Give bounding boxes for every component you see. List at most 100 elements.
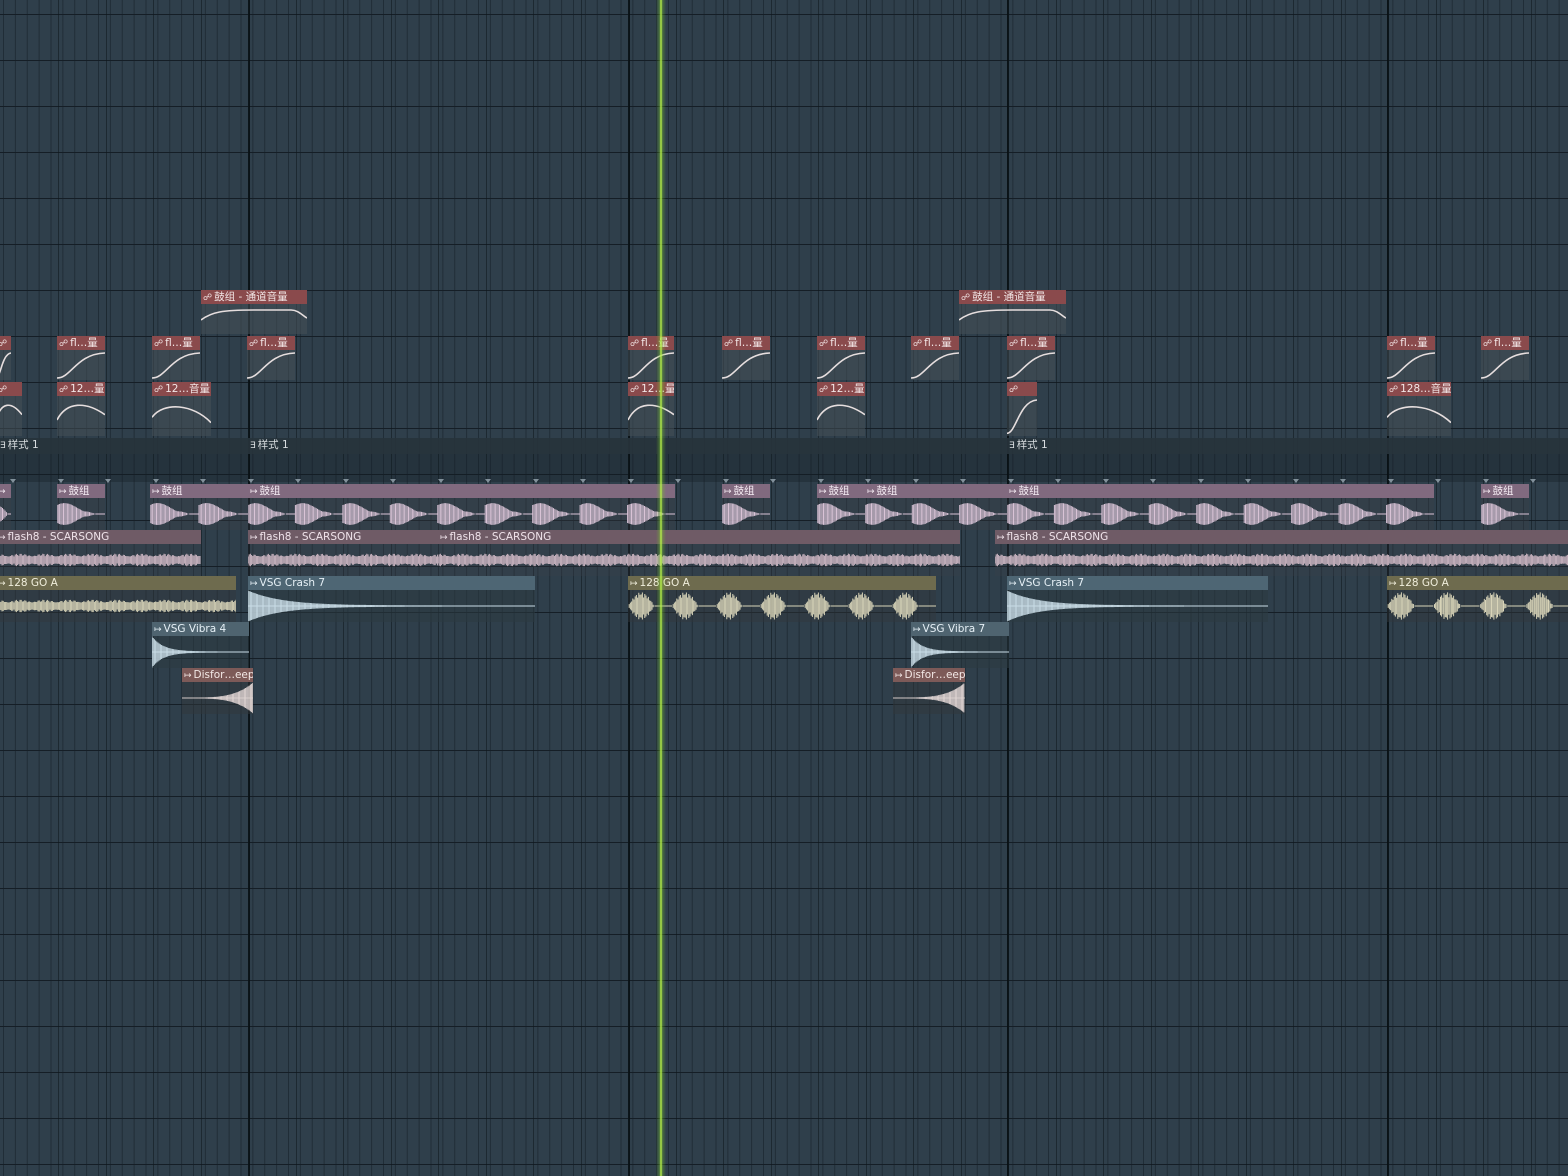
audio-clip-128-go-a-header[interactable]: ↦ 128 GO A: [0, 576, 236, 590]
automation-clip-fl-volume-header[interactable]: ☍ fl…量: [1007, 336, 1055, 350]
audio-clip-flash8-scarsong[interactable]: ↦ flash8 - SCARSONG: [438, 530, 960, 576]
audio-clip-flash8-scarsong-header[interactable]: ↦ flash8 - SCARSONG: [438, 530, 960, 544]
automation-clip-fl-volume[interactable]: ☍: [0, 336, 11, 380]
automation-clip-fl-volume-header[interactable]: ☍ fl…量: [817, 336, 865, 350]
audio-clip-vsg-crash-7[interactable]: ↦ VSG Crash 7: [248, 576, 535, 622]
automation-clip-fl-volume[interactable]: ☍ fl…量: [1481, 336, 1529, 380]
audio-clip-drums[interactable]: ↦ 鼓组: [248, 484, 675, 530]
automation-clip-12-volume[interactable]: ☍: [1007, 382, 1037, 436]
audio-clip-vsg-crash-7-header[interactable]: ↦ VSG Crash 7: [248, 576, 535, 590]
audio-clip-128-go-a[interactable]: ↦ 128 GO A: [628, 576, 936, 622]
audio-clip-128-go-a-header[interactable]: ↦ 128 GO A: [628, 576, 936, 590]
automation-clip-drum-volume[interactable]: ☍ 鼓组 - 通道音量: [959, 290, 1066, 334]
audio-clip-disfor-sweep-3-header[interactable]: ↦Disfor…eep 3: [182, 668, 253, 682]
audio-clip-drums[interactable]: ↦ 鼓组: [722, 484, 770, 530]
audio-clip-128-go-a-header[interactable]: ↦ 128 GO A: [1387, 576, 1568, 590]
automation-clip-fl-volume[interactable]: ☍ fl…量: [628, 336, 674, 380]
automation-clip-12-volume[interactable]: ☍12…量: [57, 382, 105, 436]
automation-clip-12-volume-header[interactable]: ☍12…量: [57, 382, 105, 396]
pattern-clip[interactable]: ∃ 样式 1: [0, 438, 248, 454]
audio-clip-flash8-scarsong-header[interactable]: ↦ flash8 - SCARSONG: [248, 530, 438, 544]
step-marker: [153, 479, 159, 483]
automation-clip-12-volume[interactable]: ☍ 12…音量: [152, 382, 211, 436]
audio-clip-drums-header[interactable]: ↦ 鼓组: [722, 484, 770, 498]
step-marker: [960, 479, 966, 483]
automation-curve-icon: ☍: [249, 339, 259, 349]
audio-clip-drums-header[interactable]: ↦ 鼓组: [817, 484, 865, 498]
pattern-clip[interactable]: ∃ 样式 1: [248, 438, 1007, 454]
automation-clip-12-volume-header[interactable]: ☍: [0, 382, 22, 396]
audio-clip-disfor-sweep-3[interactable]: ↦Disfor…eep 3: [893, 668, 965, 714]
automation-clip-fl-volume[interactable]: ☍ fl…量: [1387, 336, 1435, 380]
audio-clip-flash8-scarsong-header[interactable]: ↦ flash8 - SCARSONG: [0, 530, 201, 544]
automation-clip-12-volume[interactable]: ☍12…量: [628, 382, 674, 436]
audio-clip-flash8-scarsong[interactable]: ↦ flash8 - SCARSONG: [995, 530, 1568, 576]
audio-clip-drums-header[interactable]: ↦ 鼓组: [248, 484, 675, 498]
audio-clip-drums-header[interactable]: ↦: [0, 484, 11, 498]
audio-clip-drums-header[interactable]: ↦ 鼓组: [1481, 484, 1529, 498]
audio-clip-drums-header[interactable]: ↦ 鼓组: [57, 484, 105, 498]
audio-clip-flash8-scarsong[interactable]: ↦ flash8 - SCARSONG: [0, 530, 201, 576]
audio-clip-disfor-sweep-3-header[interactable]: ↦Disfor…eep 3: [893, 668, 965, 682]
audio-clip-drums[interactable]: ↦: [0, 484, 11, 530]
audio-clip-drums[interactable]: ↦ 鼓组: [57, 484, 105, 530]
automation-clip-fl-volume-header[interactable]: ☍ fl…量: [1387, 336, 1435, 350]
automation-clip-12-volume-header[interactable]: ☍ 12…音量: [152, 382, 211, 396]
automation-clip-12-volume-header[interactable]: ☍12…量: [817, 382, 865, 396]
automation-clip-fl-volume-header[interactable]: ☍ fl…量: [247, 336, 295, 350]
pattern-clip-header[interactable]: ∃ 样式 1: [0, 438, 248, 452]
audio-clip-vsg-vibra-4-header[interactable]: ↦ VSG Vibra 4: [152, 622, 249, 636]
automation-clip-fl-volume-header[interactable]: ☍ fl…量: [57, 336, 105, 350]
pattern-icon: ∃: [1009, 441, 1015, 451]
audio-clip-drums[interactable]: ↦ 鼓组: [150, 484, 248, 530]
automation-clip-12-volume-header[interactable]: ☍ 128…音量: [1387, 382, 1451, 396]
pattern-clip[interactable]: ∃ 样式 1: [1007, 438, 1568, 454]
automation-clip-fl-volume[interactable]: ☍ fl…量: [1007, 336, 1055, 380]
automation-clip-fl-volume[interactable]: ☍ fl…量: [722, 336, 770, 380]
automation-clip-12-volume-header[interactable]: ☍: [1007, 382, 1037, 396]
audio-clip-drums-header[interactable]: ↦ 鼓组: [865, 484, 1007, 498]
automation-clip-12-volume[interactable]: ☍: [0, 382, 22, 436]
audio-clip-vsg-vibra-4[interactable]: ↦ VSG Vibra 4: [152, 622, 249, 668]
automation-clip-fl-volume-header[interactable]: ☍: [0, 336, 11, 350]
automation-clip-drum-volume[interactable]: ☍ 鼓组 - 通道音量: [201, 290, 307, 334]
automation-clip-12-volume-header[interactable]: ☍12…量: [628, 382, 674, 396]
playlist-arrangement[interactable]: ☍ 鼓组 - 通道音量 ☍ 鼓组 - 通道音量 ☍ ☍ fl…量 ☍ fl…量 ☍ fl…量 ☍ fl……: [0, 0, 1568, 1176]
clip-label: 12…量: [830, 383, 865, 395]
automation-clip-fl-volume[interactable]: ☍ fl…量: [57, 336, 105, 380]
automation-clip-fl-volume-header[interactable]: ☍ fl…量: [1481, 336, 1529, 350]
playhead-marker[interactable]: [656, 0, 666, 1176]
audio-clip-drums[interactable]: ↦ 鼓组: [1007, 484, 1434, 530]
audio-clip-flash8-scarsong-header[interactable]: ↦ flash8 - SCARSONG: [995, 530, 1568, 544]
automation-clip-drum-volume-header[interactable]: ☍ 鼓组 - 通道音量: [201, 290, 307, 304]
audio-clip-drums-header[interactable]: ↦ 鼓组: [150, 484, 248, 498]
audio-clip-disfor-sweep-3[interactable]: ↦Disfor…eep 3: [182, 668, 253, 714]
automation-clip-drum-volume-waveform: [201, 304, 307, 334]
automation-clip-12-volume[interactable]: ☍12…量: [817, 382, 865, 436]
automation-clip-fl-volume[interactable]: ☍ fl…量: [817, 336, 865, 380]
automation-clip-fl-volume-header[interactable]: ☍ fl…量: [722, 336, 770, 350]
audio-clip-drums[interactable]: ↦ 鼓组: [817, 484, 865, 530]
audio-clip-128-go-a[interactable]: ↦ 128 GO A: [1387, 576, 1568, 622]
automation-clip-fl-volume[interactable]: ☍ fl…量: [152, 336, 200, 380]
audio-clip-vsg-vibra-7-header[interactable]: ↦ VSG Vibra 7: [911, 622, 1009, 636]
automation-clip-fl-volume-header[interactable]: ☍ fl…量: [911, 336, 959, 350]
step-marker: [1198, 479, 1204, 483]
automation-clip-12-volume[interactable]: ☍ 128…音量: [1387, 382, 1451, 436]
automation-clip-fl-volume[interactable]: ☍ fl…量: [911, 336, 959, 380]
pattern-clip-header[interactable]: ∃ 样式 1: [1007, 438, 1568, 452]
audio-clip-drums-header[interactable]: ↦ 鼓组: [1007, 484, 1434, 498]
audio-clip-vsg-vibra-7[interactable]: ↦ VSG Vibra 7: [911, 622, 1009, 668]
audio-clip-flash8-scarsong[interactable]: ↦ flash8 - SCARSONG: [248, 530, 438, 576]
automation-clip-fl-volume-header[interactable]: ☍ fl…量: [628, 336, 674, 350]
audio-clip-128-go-a[interactable]: ↦ 128 GO A: [0, 576, 236, 622]
audio-clip-drums[interactable]: ↦ 鼓组: [1481, 484, 1529, 530]
pattern-clip-header[interactable]: ∃ 样式 1: [248, 438, 1007, 452]
clip-label: VSG Vibra 7: [922, 623, 986, 635]
automation-clip-fl-volume-header[interactable]: ☍ fl…量: [152, 336, 200, 350]
audio-clip-vsg-crash-7[interactable]: ↦ VSG Crash 7: [1007, 576, 1268, 622]
automation-clip-fl-volume[interactable]: ☍ fl…量: [247, 336, 295, 380]
audio-clip-drums[interactable]: ↦ 鼓组: [865, 484, 1007, 530]
automation-clip-drum-volume-header[interactable]: ☍ 鼓组 - 通道音量: [959, 290, 1066, 304]
audio-clip-vsg-crash-7-header[interactable]: ↦ VSG Crash 7: [1007, 576, 1268, 590]
